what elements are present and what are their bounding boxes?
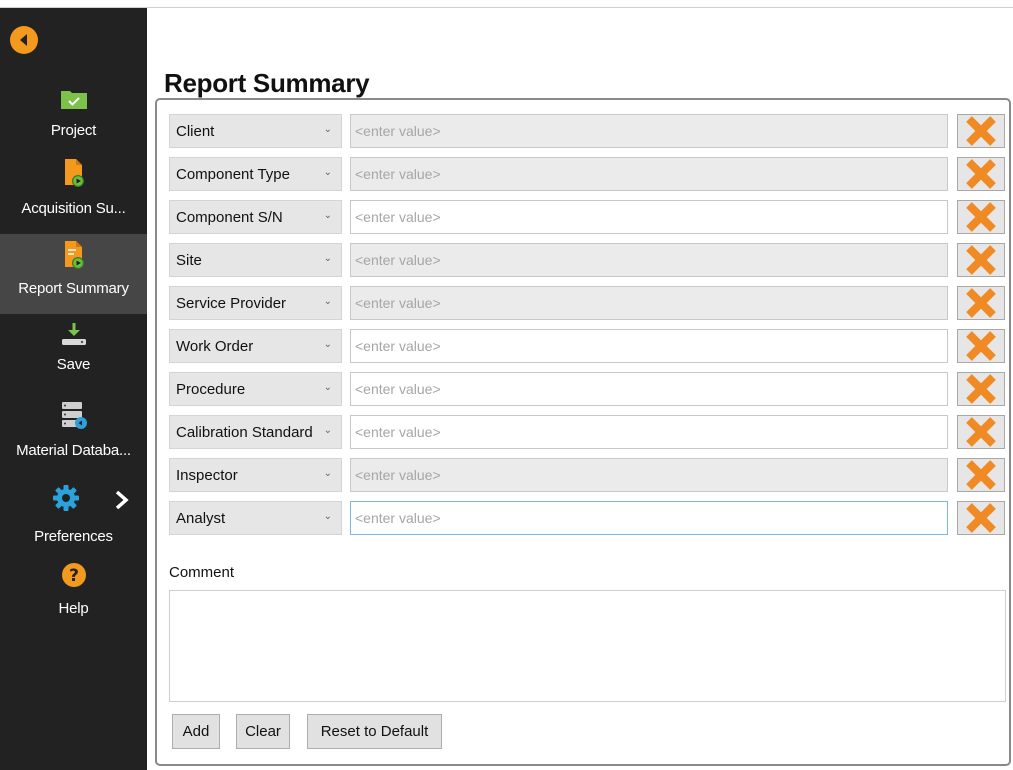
close-icon — [966, 374, 996, 404]
chevron-down-icon: ⌄ — [323, 382, 332, 393]
field-select[interactable]: Work Order ⌄ — [169, 329, 342, 363]
comment-label: Comment — [169, 564, 235, 581]
sidebar-item-help[interactable]: ? Help — [0, 558, 147, 630]
help-icon: ? — [61, 563, 86, 587]
field-select-value: Site — [176, 251, 202, 269]
chevron-down-icon: ⌄ — [323, 210, 332, 221]
sidebar-item-label: Acquisition Su... — [21, 200, 126, 217]
chevron-down-icon: ⌄ — [323, 124, 332, 135]
sidebar-item-label: Help — [58, 600, 89, 617]
chevron-down-icon: ⌄ — [323, 468, 332, 479]
delete-row-button[interactable] — [957, 372, 1005, 406]
delete-row-button[interactable] — [957, 243, 1005, 277]
close-icon — [966, 159, 996, 189]
field-select-value: Client — [176, 122, 215, 140]
delete-row-button[interactable] — [957, 415, 1005, 449]
field-select[interactable]: Component Type ⌄ — [169, 157, 342, 191]
sidebar-item-material-database[interactable]: Material Databa... — [0, 398, 147, 476]
folder-check-icon — [60, 91, 87, 109]
close-icon — [966, 460, 996, 490]
sidebar-item-label: Save — [56, 356, 91, 373]
field-select-value: Component S/N — [176, 208, 283, 226]
field-select-value: Component Type — [176, 165, 290, 183]
close-icon — [966, 288, 996, 318]
value-input[interactable]: <enter value> — [350, 286, 948, 320]
sidebar-item-label: Report Summary — [18, 280, 129, 297]
delete-row-button[interactable] — [957, 501, 1005, 535]
chevron-right-icon[interactable] — [114, 490, 130, 510]
field-select[interactable]: Calibration Standard ⌄ — [169, 415, 342, 449]
sidebar-item-label: Material Databa... — [16, 442, 131, 459]
value-input[interactable]: <enter value> — [350, 372, 948, 406]
delete-row-button[interactable] — [957, 329, 1005, 363]
sidebar-item-save[interactable]: Save — [0, 318, 147, 390]
field-select-value: Analyst — [176, 509, 226, 527]
back-arrow-icon — [20, 34, 27, 46]
value-input[interactable]: <enter value> — [350, 501, 948, 535]
database-icon — [61, 402, 87, 429]
value-input[interactable]: <enter value> — [350, 200, 948, 234]
sidebar: Project Acquisition Su... Report Summary — [0, 8, 147, 770]
file-play-icon — [64, 159, 84, 187]
chevron-down-icon: ⌄ — [323, 167, 332, 178]
field-select-value: Inspector — [176, 466, 238, 484]
field-select-value: Service Provider — [176, 294, 287, 312]
save-download-icon — [61, 323, 86, 345]
chevron-down-icon: ⌄ — [323, 253, 332, 264]
chevron-down-icon: ⌄ — [323, 511, 332, 522]
sidebar-item-label: Project — [50, 122, 97, 139]
report-play-icon — [64, 241, 84, 269]
field-select-value: Calibration Standard — [176, 423, 313, 441]
delete-row-button[interactable] — [957, 286, 1005, 320]
sidebar-item-label: Preferences — [34, 528, 113, 545]
window-top-edge — [0, 0, 1013, 8]
value-input[interactable]: <enter value> — [350, 114, 948, 148]
field-select[interactable]: Analyst ⌄ — [169, 501, 342, 535]
field-select[interactable]: Inspector ⌄ — [169, 458, 342, 492]
gear-icon — [53, 485, 79, 511]
sidebar-item-preferences[interactable]: Preferences — [0, 476, 147, 556]
value-input[interactable]: <enter value> — [350, 157, 948, 191]
svg-text:?: ? — [69, 566, 79, 586]
field-select[interactable]: Client ⌄ — [169, 114, 342, 148]
value-input[interactable]: <enter value> — [350, 415, 948, 449]
close-icon — [966, 202, 996, 232]
field-select[interactable]: Service Provider ⌄ — [169, 286, 342, 320]
close-icon — [966, 503, 996, 533]
chevron-down-icon: ⌄ — [323, 425, 332, 436]
field-select[interactable]: Site ⌄ — [169, 243, 342, 277]
sidebar-item-project[interactable]: Project — [0, 80, 147, 152]
chevron-down-icon: ⌄ — [323, 339, 332, 350]
delete-row-button[interactable] — [957, 458, 1005, 492]
delete-row-button[interactable] — [957, 200, 1005, 234]
sidebar-item-report-summary[interactable]: Report Summary — [0, 234, 147, 314]
page-title: Report Summary — [164, 68, 370, 98]
add-button[interactable]: Add — [172, 714, 220, 749]
field-select[interactable]: Procedure ⌄ — [169, 372, 342, 406]
sidebar-item-acquisition-summary[interactable]: Acquisition Su... — [0, 154, 147, 232]
comment-textarea[interactable] — [169, 590, 1006, 702]
back-button[interactable] — [10, 26, 38, 54]
chevron-down-icon: ⌄ — [323, 296, 332, 307]
delete-row-button[interactable] — [957, 157, 1005, 191]
delete-row-button[interactable] — [957, 114, 1005, 148]
reset-to-default-button[interactable]: Reset to Default — [307, 714, 442, 749]
close-icon — [966, 245, 996, 275]
value-input[interactable]: <enter value> — [350, 243, 948, 277]
close-icon — [966, 116, 996, 146]
field-select-value: Work Order — [176, 337, 254, 355]
field-select[interactable]: Component S/N ⌄ — [169, 200, 342, 234]
value-input[interactable]: <enter value> — [350, 329, 948, 363]
field-select-value: Procedure — [176, 380, 246, 398]
close-icon — [966, 331, 996, 361]
value-input[interactable]: <enter value> — [350, 458, 948, 492]
close-icon — [966, 417, 996, 447]
clear-button[interactable]: Clear — [236, 714, 290, 749]
